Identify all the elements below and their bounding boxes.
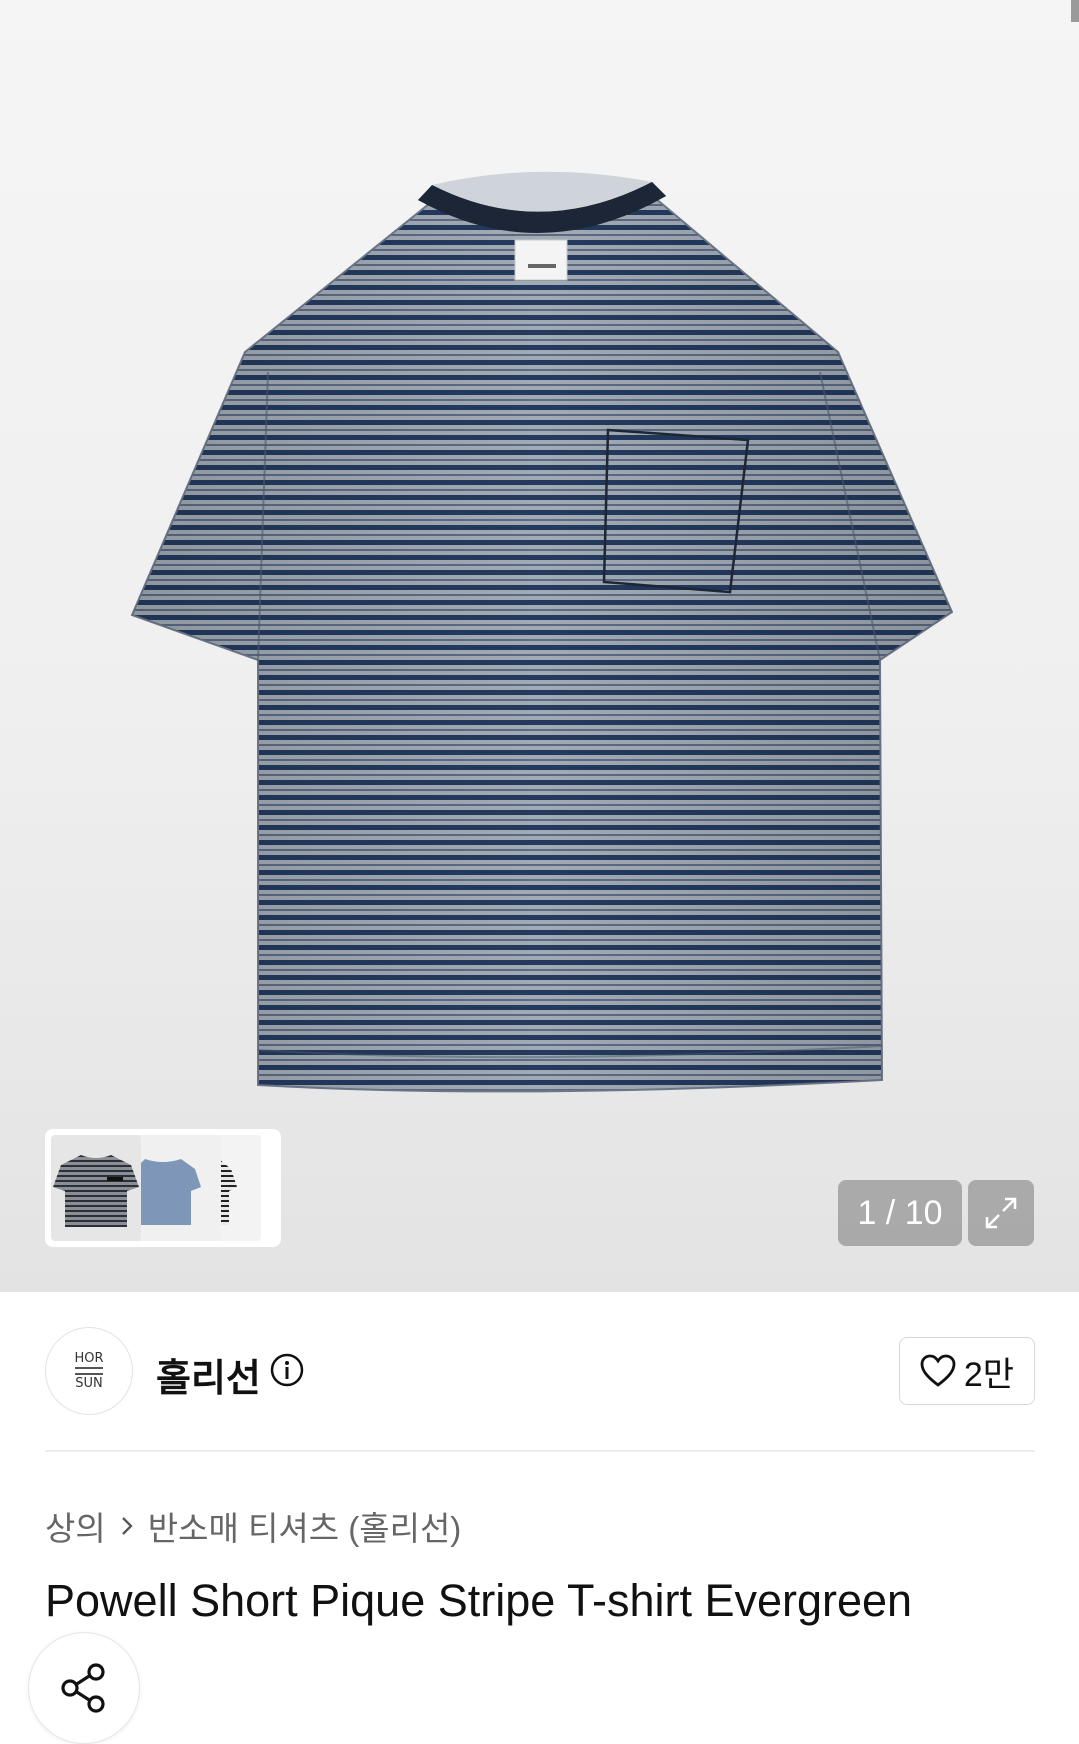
share-icon (61, 1663, 105, 1713)
heart-icon (920, 1354, 956, 1387)
brand-logo-bar (75, 1367, 103, 1369)
product-main-image (130, 171, 954, 1093)
brand-logo-line1: HOR (74, 1351, 104, 1366)
thumbnail-1-image (53, 1155, 139, 1227)
product-image-gallery[interactable]: AI 1 / 10 (0, 0, 1079, 1292)
product-title: Powell Short Pique Stripe T-shirt Evergr… (45, 1575, 913, 1626)
breadcrumb: 상의 반소매 티셔츠 (홀리선) (45, 1502, 461, 1550)
brand-logo-line2: SUN (75, 1376, 103, 1391)
divider (45, 1450, 1035, 1452)
like-button[interactable]: 2만 (899, 1337, 1035, 1405)
chevron-right-icon (121, 1517, 133, 1535)
thumbnail-2-image (131, 1159, 201, 1225)
brand-logo[interactable]: HOR SUN (45, 1327, 133, 1415)
like-count: 2만 (963, 1355, 1015, 1394)
brand-name[interactable]: 홀리선 (156, 1347, 261, 1402)
thumbnail-1[interactable] (51, 1135, 141, 1241)
share-button[interactable] (28, 1632, 140, 1744)
brand-logo-bar (75, 1373, 103, 1375)
image-counter: 1 / 10 (838, 1180, 962, 1246)
expand-icon (985, 1197, 1017, 1229)
breadcrumb-subcategory[interactable]: 반소매 티셔츠 (홀리선) (148, 1502, 462, 1550)
expand-button[interactable] (968, 1180, 1034, 1246)
thumbnail-2[interactable] (131, 1135, 221, 1241)
info-icon[interactable] (269, 1352, 305, 1388)
thumbnail-strip[interactable] (45, 1129, 281, 1247)
breadcrumb-category[interactable]: 상의 (45, 1502, 106, 1550)
